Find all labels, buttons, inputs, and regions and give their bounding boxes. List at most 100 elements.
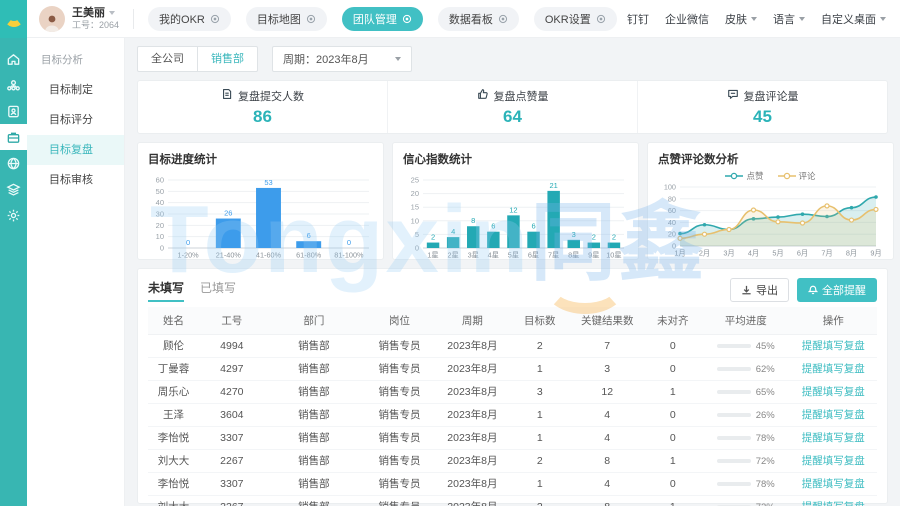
rail-layers-icon[interactable] <box>0 176 27 202</box>
nav-tab-0[interactable]: 我的OKR <box>148 7 231 31</box>
app-logo[interactable] <box>0 0 27 38</box>
stat-0: 复盘提交人数 86 <box>138 81 387 133</box>
svg-text:4: 4 <box>451 227 455 236</box>
svg-text:60: 60 <box>668 206 676 215</box>
cell-1: 4994 <box>199 334 265 357</box>
progress-cell: 45% <box>702 334 789 357</box>
sidebar-item-3[interactable]: 目标审核 <box>27 165 124 195</box>
table-row: 李怡悦3307销售部销售专员2023年8月14078%提醒填写复盘 <box>148 426 877 449</box>
cell-7: 1 <box>644 449 702 472</box>
sidebar-item-0[interactable]: 目标制定 <box>27 75 124 105</box>
topbar-link-1[interactable]: 企业微信 <box>665 11 709 27</box>
svg-text:6星: 6星 <box>528 251 539 260</box>
cell-3: 销售专员 <box>363 495 436 506</box>
scope-option-1[interactable]: 销售部 <box>197 47 257 71</box>
svg-text:50: 50 <box>156 187 164 196</box>
cell-3: 销售专员 <box>363 426 436 449</box>
cell-7: 0 <box>644 357 702 380</box>
cell-6: 3 <box>571 357 644 380</box>
action-cell: 提醒填写复盘 <box>789 357 877 380</box>
comment-icon <box>727 88 739 103</box>
progress-bar <box>717 413 751 417</box>
svg-text:9月: 9月 <box>870 249 881 258</box>
rail-home-icon[interactable] <box>0 46 27 72</box>
sidebar-header: 目标分析 <box>27 38 124 75</box>
remind-link[interactable]: 提醒填写复盘 <box>802 455 865 467</box>
remind-all-button[interactable]: 全部提醒 <box>797 278 877 302</box>
sidebar-item-2[interactable]: 目标复盘 <box>27 135 124 165</box>
sidebar-item-1[interactable]: 目标评分 <box>27 105 124 135</box>
cell-3: 销售专员 <box>363 403 436 426</box>
remind-link[interactable]: 提醒填写复盘 <box>802 478 865 490</box>
stat-1: 复盘点赞量 64 <box>387 81 637 133</box>
nav-tab-label: 团队管理 <box>353 11 397 27</box>
smile-logo-icon <box>5 11 23 27</box>
rail-briefcase-icon[interactable] <box>0 124 27 150</box>
period-select[interactable]: 周期：2023年8月 <box>272 46 412 72</box>
progress-bar <box>717 390 751 394</box>
nav-tab-1[interactable]: 目标地图 <box>246 7 327 31</box>
action-cell: 提醒填写复盘 <box>789 403 877 426</box>
scope-option-0[interactable]: 全公司 <box>138 47 197 71</box>
svg-text:8月: 8月 <box>846 249 857 258</box>
cell-7: 0 <box>644 472 702 495</box>
remind-link[interactable]: 提醒填写复盘 <box>802 501 865 506</box>
progress-cell: 26% <box>702 403 789 426</box>
nav-tab-label: OKR设置 <box>545 11 591 27</box>
rail-gear-icon[interactable] <box>0 202 27 228</box>
table-actions: 导出 全部提醒 <box>730 278 877 302</box>
remind-link[interactable]: 提醒填写复盘 <box>802 386 865 398</box>
svg-text:2: 2 <box>612 233 616 242</box>
nav-tab-2[interactable]: 团队管理 <box>342 7 423 31</box>
cell-5: 1 <box>509 357 571 380</box>
svg-text:41-60%: 41-60% <box>256 251 282 260</box>
svg-text:6: 6 <box>307 231 311 240</box>
scope-segmented-control: 全公司销售部 <box>137 46 258 72</box>
nav-tab-4[interactable]: OKR设置 <box>534 7 617 31</box>
table-tab-0[interactable]: 未填写 <box>148 279 184 302</box>
remind-link[interactable]: 提醒填写复盘 <box>802 363 865 375</box>
progress-bar <box>717 459 751 463</box>
cell-0: 刘大大 <box>148 449 199 472</box>
export-button[interactable]: 导出 <box>730 278 789 302</box>
topbar-link-2[interactable]: 皮肤 <box>725 11 757 27</box>
table-tab-1[interactable]: 已填写 <box>200 279 236 302</box>
svg-text:2月: 2月 <box>699 249 710 258</box>
remind-link[interactable]: 提醒填写复盘 <box>802 340 865 352</box>
legend-item[interactable]: 点赞 <box>725 170 763 182</box>
svg-text:2星: 2星 <box>447 251 458 260</box>
download-icon <box>741 285 752 296</box>
cell-0: 顾伦 <box>148 334 199 357</box>
rail-globe-icon[interactable] <box>0 150 27 176</box>
nav-tab-3[interactable]: 数据看板 <box>438 7 519 31</box>
caret-down-icon[interactable] <box>109 11 115 15</box>
topbar-link-0[interactable]: 钉钉 <box>627 11 649 27</box>
rail-team-icon[interactable] <box>0 72 27 98</box>
review-table: 姓名工号部门岗位周期目标数关键结果数未对齐平均进度操作 顾伦4994销售部销售专… <box>148 307 877 506</box>
remind-link[interactable]: 提醒填写复盘 <box>802 409 865 421</box>
rail-profile-doc-icon[interactable] <box>0 98 27 124</box>
progress-bar <box>717 436 751 440</box>
action-cell: 提醒填写复盘 <box>789 472 877 495</box>
legend-item[interactable]: 评论 <box>778 170 816 182</box>
svg-text:5: 5 <box>415 230 419 239</box>
svg-text:2: 2 <box>592 233 596 242</box>
stat-2: 复盘评论量 45 <box>637 81 887 133</box>
cell-5: 2 <box>509 334 571 357</box>
cell-3: 销售专员 <box>363 380 436 403</box>
svg-text:4星: 4星 <box>488 251 499 260</box>
bar-chart: 051015202521星42星83星64星125星66星217星38星29星2… <box>403 169 628 261</box>
action-cell: 提醒填写复盘 <box>789 426 877 449</box>
target-icon <box>210 14 220 24</box>
svg-text:1月: 1月 <box>674 249 685 258</box>
topbar-link-3[interactable]: 语言 <box>773 11 805 27</box>
topbar-link-4[interactable]: 自定义桌面 <box>821 11 886 27</box>
avatar[interactable] <box>39 6 65 32</box>
svg-text:6: 6 <box>531 222 535 231</box>
remind-link[interactable]: 提醒填写复盘 <box>802 432 865 444</box>
cell-5: 3 <box>509 380 571 403</box>
table-card: 未填写已填写 导出 全部提醒 姓名工号部门岗位周期目标数关键结果数未对齐平均进度… <box>137 268 888 504</box>
cell-2: 销售部 <box>265 380 363 403</box>
sidebar: 目标分析 目标制定目标评分目标复盘目标审核 <box>27 38 125 506</box>
cell-1: 2267 <box>199 495 265 506</box>
